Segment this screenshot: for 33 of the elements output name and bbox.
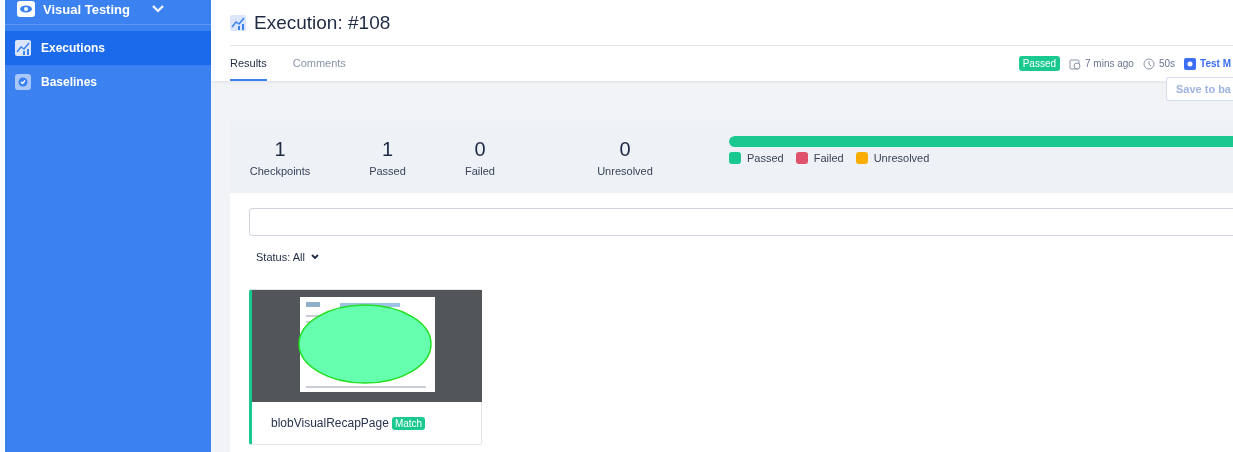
stat-label: Passed [369, 164, 406, 177]
legend-label: Passed [747, 152, 784, 164]
match-badge: Match [391, 416, 426, 430]
chart-icon [15, 40, 31, 56]
duration-text: 50s [1158, 58, 1176, 69]
sidebar-item[interactable]: Baselines [5, 65, 211, 99]
status-badge: Passed [1018, 56, 1060, 71]
stat-value: 1 [381, 137, 394, 161]
legend-label: Failed [813, 152, 844, 164]
chart-icon [230, 14, 246, 31]
checkpoint-card[interactable]: blobVisualRecapPage Match [249, 289, 482, 445]
status-filter[interactable]: Status: All [256, 251, 319, 263]
stat-value: 1 [274, 137, 286, 161]
app-title: Visual Testing [43, 1, 130, 17]
search-field[interactable] [249, 208, 1233, 236]
calendar-clock-icon [1069, 57, 1081, 70]
legend-label: Unresolved [873, 152, 930, 164]
checkpoint-name: blobVisualRecapPage [271, 416, 389, 430]
stat-value: 0 [474, 137, 486, 161]
chevron-down-icon [310, 254, 319, 260]
stat-value: 0 [619, 137, 631, 161]
tab[interactable]: Results [230, 46, 267, 81]
suite-link[interactable]: Test M [1200, 58, 1231, 69]
stat-label: Unresolved [597, 164, 653, 177]
sidebar-item[interactable]: Executions [5, 31, 211, 65]
chevron-down-icon[interactable] [151, 5, 164, 13]
stat-label: Checkpoints [249, 164, 311, 177]
age-text: 7 mins ago [1085, 58, 1134, 69]
clock-icon [1142, 57, 1155, 70]
check-badge-icon [15, 74, 31, 90]
page-title: Execution: #108 [254, 11, 391, 34]
tab[interactable]: Comments [292, 46, 346, 81]
stat-label: Failed [465, 164, 495, 177]
